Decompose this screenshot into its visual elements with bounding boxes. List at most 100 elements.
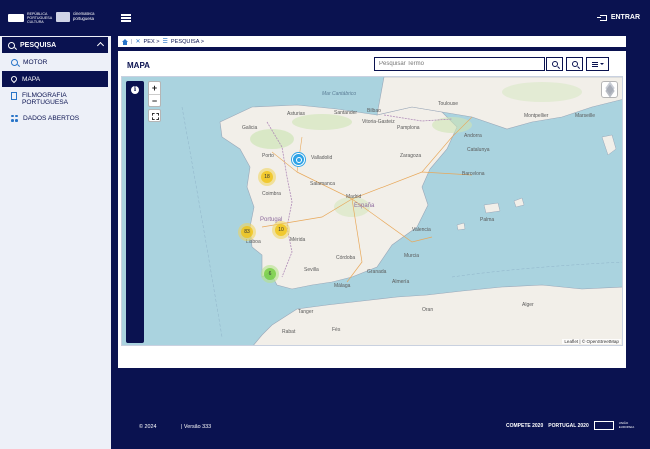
zoom-control: + − <box>148 81 161 107</box>
hamburger-menu-icon[interactable] <box>121 14 131 22</box>
eu-logo-text: UNIÃO EUROPEIA <box>618 421 635 429</box>
map-label: Asturias <box>287 111 306 117</box>
map-label: Toulouse <box>438 101 459 107</box>
data-dots-icon <box>11 114 18 122</box>
login-label: ENTRAR <box>610 14 640 21</box>
map-label: Galicia <box>242 125 258 131</box>
footer: © 2024 | Versão 333 COMPETE 2020 PORTUGA… <box>111 416 650 440</box>
map-label: Montpellier <box>524 113 549 119</box>
sidebar-item-label: MAPA <box>22 75 41 83</box>
chevron-up-icon <box>96 41 105 50</box>
cluster-count: 18 <box>261 171 273 183</box>
map-label: Pamplona <box>397 125 420 131</box>
map-attribution[interactable]: Leaflet | © OpenStreetMap <box>562 339 621 344</box>
zoom-in-button[interactable]: + <box>149 82 160 94</box>
map-label: Catalunya <box>467 147 490 153</box>
map-label: Granada <box>367 269 387 275</box>
sidebar-item-mapa[interactable]: MAPA <box>2 71 108 87</box>
map-cluster-marker[interactable]: 6 <box>261 265 279 283</box>
breadcrumb: | ✕ PEX > ☰ PESQUISA > <box>118 36 626 47</box>
map-label: Valencia <box>412 227 431 233</box>
map-label: Sevilla <box>304 267 319 273</box>
map-label: Palma <box>480 217 495 223</box>
map-label: Santander <box>334 110 358 116</box>
list-icon: ☰ <box>162 39 168 45</box>
cinemateca-logo-text: cinemateca portuguesa <box>73 11 95 21</box>
sidebar-item-filmografia[interactable]: FILMOGRAFIA PORTUGUESA <box>2 92 108 108</box>
map-label: Bilbao <box>367 108 381 114</box>
sidebar-item-label: MOTOR <box>23 58 48 66</box>
version-text: | Versão 333 <box>181 424 212 430</box>
search-icon <box>8 41 15 49</box>
map-pin-icon <box>9 74 19 84</box>
map-label: Mar Cantábrico <box>322 91 357 97</box>
map-label: Marseille <box>575 113 596 119</box>
filter-icon <box>591 61 598 67</box>
sidebar-item-label: FILMOGRAFIA PORTUGUESA <box>22 92 69 106</box>
compete-logo: COMPETE 2020 <box>506 422 544 429</box>
search-icon <box>11 58 18 66</box>
map-label: Oran <box>422 307 434 313</box>
map-label: Valladolid <box>311 155 333 161</box>
map-label: Porto <box>262 153 274 159</box>
eu-flag-logo <box>593 421 614 430</box>
zoom-out-button[interactable]: − <box>149 94 160 106</box>
layers-icon[interactable] <box>601 81 618 98</box>
map-legend-sidebar: i <box>126 81 144 343</box>
caret-down-icon <box>599 63 604 65</box>
map-marker[interactable] <box>292 153 305 166</box>
fullscreen-button[interactable] <box>148 109 161 122</box>
info-icon[interactable]: i <box>131 86 139 94</box>
map-label: Almería <box>392 279 410 285</box>
portugal2020-logo: PORTUGAL 2020 <box>548 422 589 429</box>
sidebar-item-dados-abertos[interactable]: DADOS ABERTOS <box>2 113 108 123</box>
search-field[interactable] <box>374 57 545 71</box>
zoom-search-icon <box>571 61 578 67</box>
map-label: Andorra <box>464 133 482 139</box>
map-label: Zaragoza <box>400 153 422 159</box>
sign-in-icon <box>596 14 607 21</box>
top-bar: REPÚBLICA PORTUGUESA CULTURA cinemateca … <box>0 0 650 36</box>
map-cluster-marker[interactable]: 18 <box>258 168 276 186</box>
republica-portuguesa-logo[interactable]: REPÚBLICA PORTUGUESA CULTURA <box>8 12 53 24</box>
map-label: Alger <box>522 302 534 308</box>
advanced-search-button[interactable] <box>566 57 583 71</box>
cluster-count: 10 <box>275 224 287 236</box>
map-view[interactable]: Mar Cantábrico Galicia Asturias Santande… <box>121 76 623 346</box>
map-label: Salamanca <box>310 181 336 187</box>
map-label: España <box>354 203 375 209</box>
document-icon <box>11 92 17 100</box>
republica-logo-text: REPÚBLICA PORTUGUESA CULTURA <box>27 12 52 24</box>
map-label: Madrid <box>346 194 362 200</box>
map-cluster-marker[interactable]: 10 <box>272 221 290 239</box>
cinemateca-logo[interactable]: cinemateca portuguesa <box>56 12 103 22</box>
sidebar: PESQUISA MOTOR MAPA FILMOGRAFIA PORTUGUE… <box>0 36 111 449</box>
cluster-count: 83 <box>241 226 253 238</box>
map-label: Murcia <box>404 253 420 259</box>
map-label: Fès <box>332 327 341 333</box>
filter-dropdown-button[interactable] <box>586 57 609 71</box>
map-label: Rabat <box>282 329 296 335</box>
republica-logo-mark <box>8 14 24 22</box>
page-title: MAPA <box>127 61 150 70</box>
home-icon[interactable] <box>122 38 128 45</box>
sidebar-section-label: PESQUISA <box>20 41 57 49</box>
breadcrumb-item-pesquisa[interactable]: PESQUISA > <box>171 39 204 45</box>
map-label: Vitoria-Gasteiz <box>362 119 395 125</box>
map-label: Coimbra <box>262 191 281 197</box>
map-label: Córdoba <box>336 255 356 261</box>
map-cluster-marker[interactable]: 83 <box>238 223 256 241</box>
map-label: Mérida <box>290 237 306 243</box>
cluster-count: 6 <box>264 268 276 280</box>
sidebar-item-motor[interactable]: MOTOR <box>2 56 108 68</box>
search-input[interactable] <box>379 61 544 67</box>
map-label: Barcelona <box>462 171 485 177</box>
breadcrumb-item-pex[interactable]: PEX > <box>143 39 159 45</box>
login-button[interactable]: ENTRAR <box>596 14 640 21</box>
sidebar-item-label: DADOS ABERTOS <box>23 114 80 122</box>
search-icon <box>551 61 558 67</box>
copyright-text: © 2024 <box>139 424 157 430</box>
sidebar-section-pesquisa[interactable]: PESQUISA <box>2 37 108 53</box>
funding-logos: COMPETE 2020 PORTUGAL 2020 UNIÃO EUROPEI… <box>506 421 639 430</box>
search-button[interactable] <box>546 57 563 71</box>
